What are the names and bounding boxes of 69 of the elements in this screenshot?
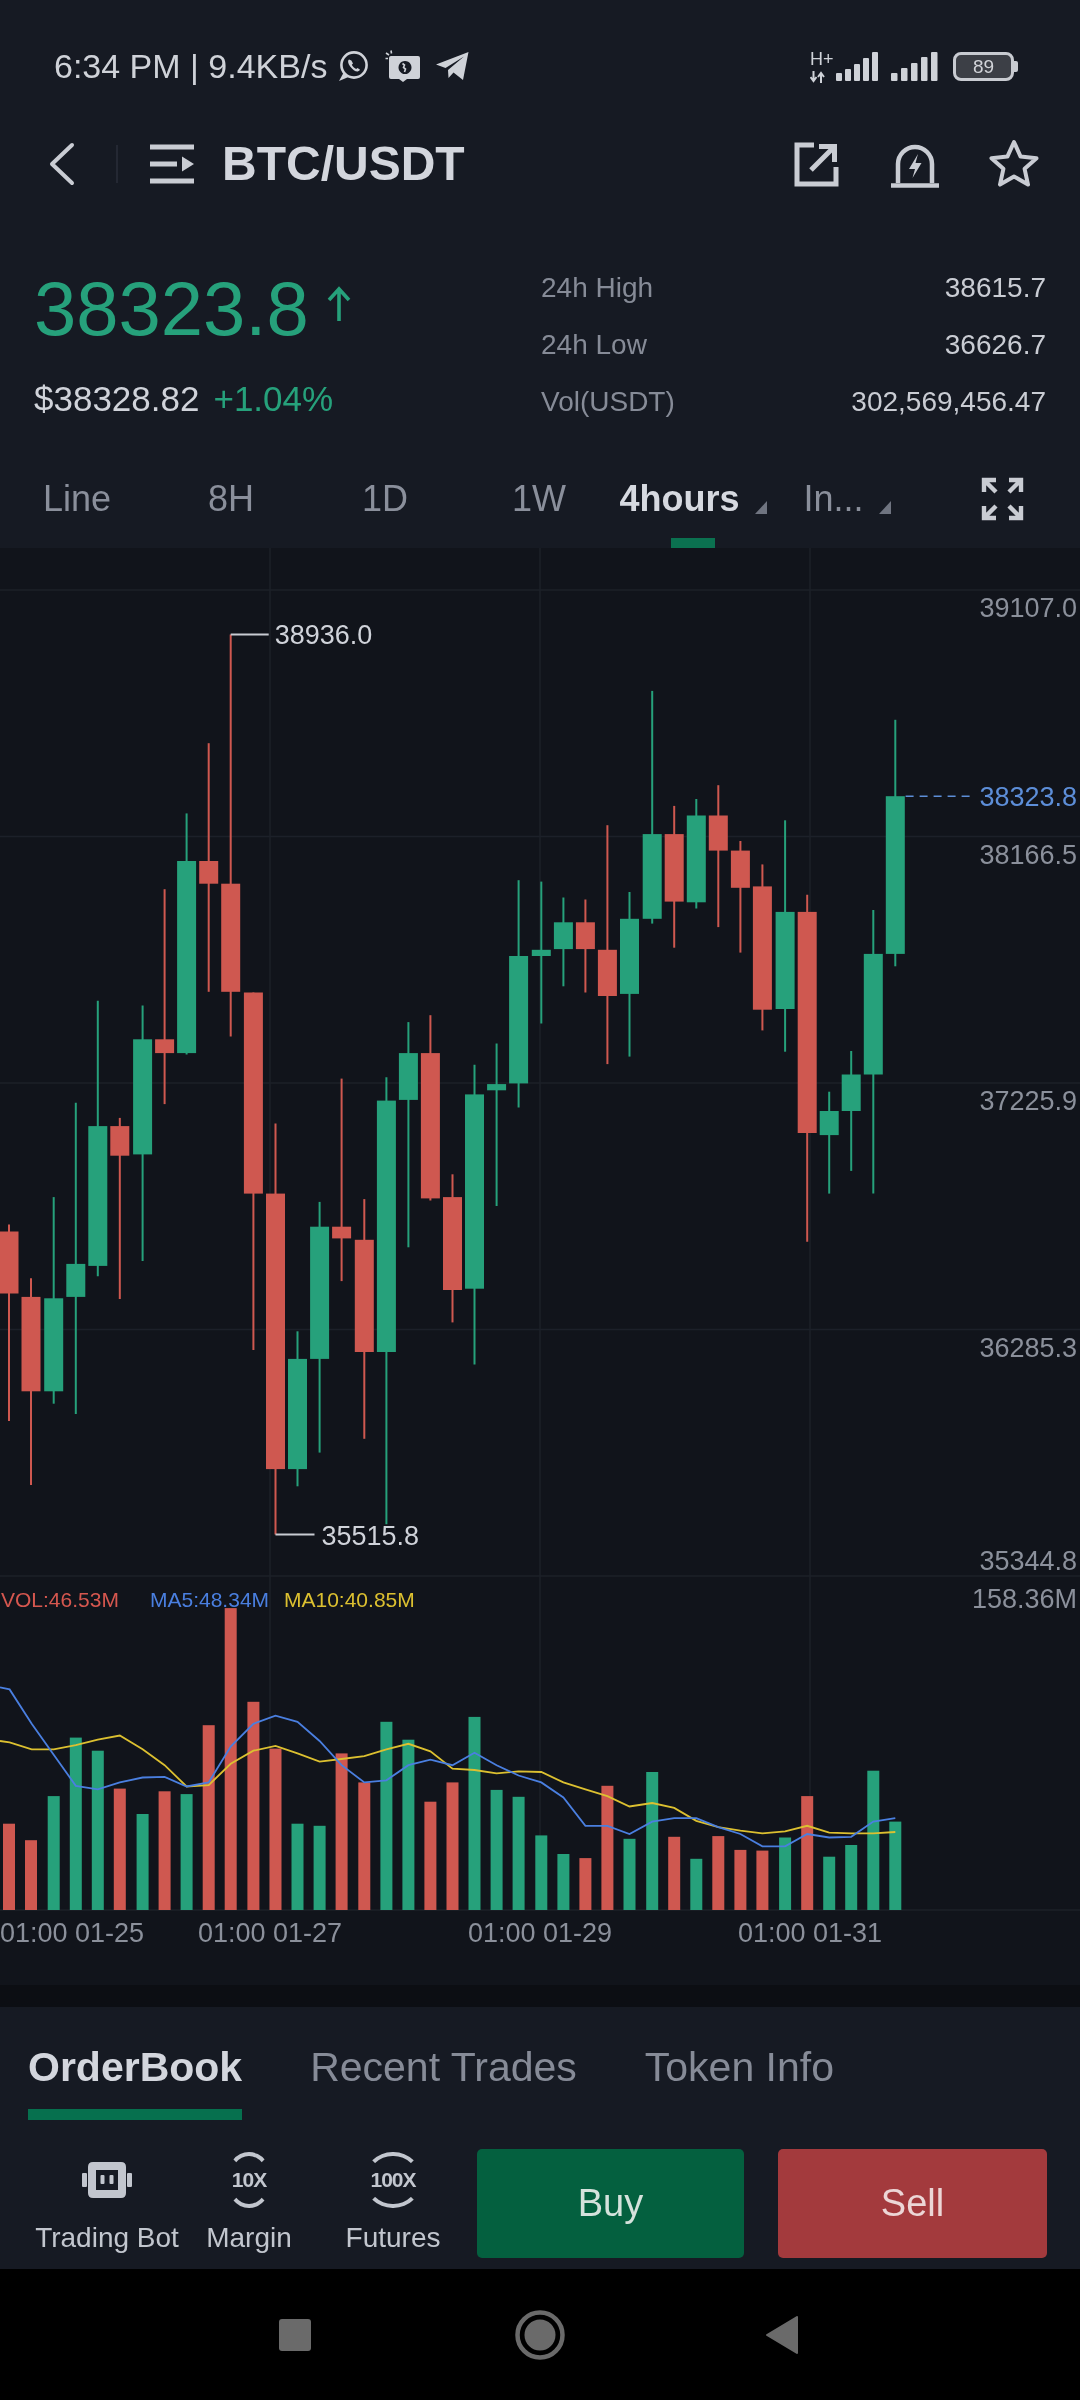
low-price-label: 35515.8 [321,1520,420,1551]
notification-tile-icon [385,50,422,82]
interval-tab[interactable]: Line [42,460,112,548]
stat-value: 38615.7 [944,270,1046,305]
network-type-label: H+ [810,49,834,68]
robot-icon [82,2160,132,2200]
phone-bubble-icon [337,50,370,82]
menu-icon[interactable] [150,142,194,186]
volume-legend: VOL:46.53M [1,1588,119,1611]
stat-value: 36626.7 [944,327,1046,362]
leverage-badge: 10X [225,2152,273,2208]
price-axis-label: 38166.5 [979,839,1077,870]
volume-bar [756,1850,769,1910]
battery-indicator: 89 [953,51,1018,81]
time-axis-label: 01:00 01-29 [467,1918,613,1948]
home-icon[interactable] [515,2309,565,2360]
price-axis-label: 36285.3 [979,1332,1077,1363]
volume-legend: MA10:40.85M [284,1588,415,1611]
shortcut-button[interactable]: 10X Margin [184,2149,314,2258]
volume-bar [557,1854,570,1910]
recent-apps-icon[interactable] [279,2318,311,2351]
back-icon[interactable] [48,142,76,186]
volume-bar [845,1845,858,1910]
volume-bar [623,1838,636,1910]
data-arrows-icon [810,70,825,83]
shortcut-button[interactable]: 100X Futures [314,2149,472,2258]
stat-label: 24h Low [541,327,647,362]
pair-title: BTC/USDT [222,136,465,192]
volume-bar [734,1849,747,1910]
stat-label: Vol(USDT) [541,384,675,419]
leader-line [229,633,270,636]
share-icon[interactable] [794,141,839,187]
interval-tab[interactable]: 1D [362,460,408,548]
panel-tab[interactable]: OrderBook [28,2042,243,2120]
star-icon[interactable] [988,139,1040,189]
time-axis-label: 01:00 01-25 [0,1918,145,1948]
interval-tab[interactable]: In... [803,460,891,548]
signal-icon [836,51,878,81]
leverage-badge: 100X [364,2152,422,2208]
volume-bar [823,1856,836,1910]
sell-button[interactable]: Sell [778,2149,1047,2258]
volume-legend: MA5:48.34M [150,1588,270,1611]
leader-line [274,1533,316,1536]
stat-value: 302,569,456.47 [851,384,1046,419]
volume-bar [25,1840,37,1910]
price-axis-label: 37225.9 [979,1086,1077,1116]
shortcut-button[interactable]: Trading Bot [30,2149,184,2258]
interval-tab[interactable]: 1W [512,460,566,548]
time-axis-label: 01:00 01-31 [737,1918,883,1948]
interval-tab[interactable]: 8H [208,460,254,548]
buy-button[interactable]: Buy [477,2149,744,2258]
expand-icon[interactable] [980,477,1024,521]
volume-axis-label: 158.36M [971,1584,1077,1614]
signal-icon [891,51,938,81]
last-price: 38323.8 [34,265,309,353]
current-price-label: 38323.8 [979,782,1077,813]
volume-bar [690,1858,703,1910]
price-axis-label: 35344.8 [979,1546,1077,1576]
price-axis-label: 39107.0 [979,593,1077,623]
stat-label: 24h High [541,270,654,305]
fiat-price: $38328.82 [34,378,200,420]
high-price-label: 38936.0 [274,620,373,651]
volume-bar [579,1858,592,1910]
paper-plane-icon [435,51,471,81]
panel-tab[interactable]: Recent Trades [310,2042,577,2120]
status-text: 6:34 PM | 9.4KB/s [54,46,328,86]
time-axis-label: 01:00 01-27 [197,1918,343,1948]
price-change: +1.04% [213,378,334,420]
panel-tab[interactable]: Token Info [644,2042,834,2120]
